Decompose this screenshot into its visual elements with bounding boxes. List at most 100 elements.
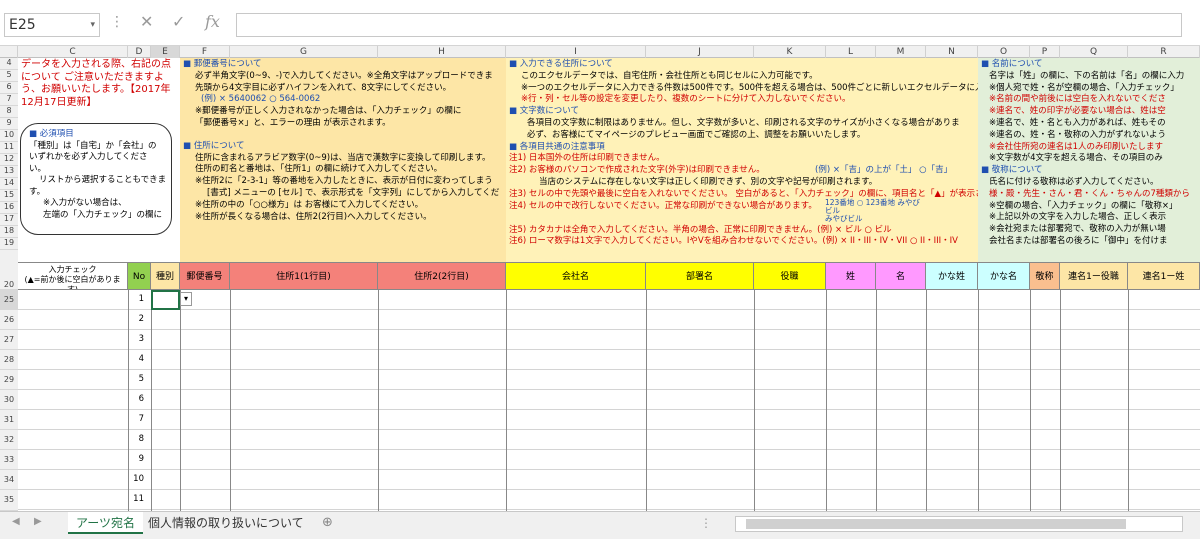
function-icon[interactable]: fx xyxy=(205,12,220,31)
row-header[interactable]: 35 xyxy=(0,490,18,511)
row-header[interactable]: 6 xyxy=(0,82,18,94)
honorific-heading: ■ 敬称について xyxy=(981,165,1043,176)
row-header[interactable]: 18 xyxy=(0,226,18,238)
row-header[interactable]: 29 xyxy=(0,370,18,390)
row-header[interactable]: 8 xyxy=(0,106,18,118)
col-e[interactable]: E xyxy=(151,46,180,58)
col-i[interactable]: I xyxy=(506,46,646,58)
row-header[interactable]: 17 xyxy=(0,214,18,226)
col-f[interactable]: F xyxy=(180,46,230,58)
header-joint-sei[interactable]: 連名1ー姓 xyxy=(1128,262,1200,290)
name-box-value: E25 xyxy=(9,17,36,33)
row-header[interactable]: 16 xyxy=(0,202,18,214)
header-joint-title[interactable]: 連名1ー役職 xyxy=(1060,262,1128,290)
row-header[interactable]: 11 xyxy=(0,142,18,154)
row-header[interactable]: 33 xyxy=(0,450,18,470)
cancel-icon[interactable]: ✕ xyxy=(140,12,153,31)
row-header[interactable]: 20 xyxy=(0,250,18,290)
common-note-example: 123番地 ○ 123番地 みやび ビル みやびビル xyxy=(825,198,920,223)
header-postal[interactable]: 郵便番号 xyxy=(180,262,230,290)
header-mei[interactable]: 名 xyxy=(876,262,926,290)
address-line: ※住所2に「2-3-1」等の番地を入力したときに、表示が日付に変わってしまう xyxy=(195,176,493,187)
row-header[interactable]: 28 xyxy=(0,350,18,370)
selected-cell[interactable] xyxy=(151,290,180,310)
row-header[interactable]: 27 xyxy=(0,330,18,350)
name-box[interactable]: E25 ▾ xyxy=(4,13,100,37)
col-o[interactable]: O xyxy=(978,46,1030,58)
row-header[interactable]: 30 xyxy=(0,390,18,410)
row-header[interactable]: 25 xyxy=(0,290,18,310)
row-header[interactable]: 13 xyxy=(0,166,18,178)
row-header[interactable]: 12 xyxy=(0,154,18,166)
more-icon[interactable]: ⋮ xyxy=(700,516,712,530)
row-header[interactable]: 7 xyxy=(0,94,18,106)
col-c[interactable]: C xyxy=(18,46,128,58)
row-header[interactable]: 19 xyxy=(0,238,18,250)
chars-line: 必ず、お客様にてマイページのプレビュー画面でご確認の上、調整をお願いいたします。 xyxy=(527,129,866,140)
names-line: ※文字数が4文字を超える場合、その項目のみ xyxy=(989,153,1163,164)
required-callout: ■ 必須項目 「種別」は「自宅」か「会社」の いずれかを必ず入力してくださ い。… xyxy=(20,123,172,235)
scrollbar-thumb[interactable] xyxy=(746,519,1126,529)
row-header[interactable]: 9 xyxy=(0,118,18,130)
common-note: 注1) 日本国外の住所は印刷できません。 xyxy=(509,153,665,164)
header-no[interactable]: No xyxy=(128,262,151,290)
row-header[interactable]: 31 xyxy=(0,410,18,430)
col-k[interactable]: K xyxy=(754,46,826,58)
tab-active[interactable]: アーツ宛名 xyxy=(68,512,144,534)
address-line: ※住所の中の「○○様方」は お客様にて入力してください。 xyxy=(195,199,424,210)
header-sei[interactable]: 姓 xyxy=(826,262,876,290)
header-addr1[interactable]: 住所1(1行目) xyxy=(230,262,378,290)
header-honorific[interactable]: 敬称 xyxy=(1030,262,1060,290)
horizontal-scrollbar[interactable] xyxy=(735,516,1183,532)
formula-input[interactable] xyxy=(236,13,1182,37)
data-grid[interactable]: 1 2 3 4 5 6 7 8 9 10 11 ▾ xyxy=(18,290,1200,512)
header-kana-mei[interactable]: かな名 xyxy=(978,262,1030,290)
enter-icon[interactable]: ✓ xyxy=(172,12,185,31)
col-m[interactable]: M xyxy=(876,46,926,58)
add-sheet-icon[interactable]: ⊕ xyxy=(322,515,333,530)
chevron-down-icon[interactable]: ▾ xyxy=(90,14,95,36)
row-number: 11 xyxy=(133,494,144,504)
select-all[interactable] xyxy=(0,46,18,58)
col-h[interactable]: H xyxy=(378,46,506,58)
col-p[interactable]: P xyxy=(1030,46,1060,58)
col-l[interactable]: L xyxy=(826,46,876,58)
input-line: このエクセルデータでは、自宅住所・会社住所とも同じセルに入力可能です。 xyxy=(521,70,818,81)
col-g[interactable]: G xyxy=(230,46,378,58)
row-header[interactable]: 14 xyxy=(0,178,18,190)
col-r[interactable]: R xyxy=(1128,46,1200,58)
header-kind[interactable]: 種別 xyxy=(151,262,180,290)
tab-privacy[interactable]: 個人情報の取り扱いについて xyxy=(140,512,312,534)
header-title[interactable]: 役職 xyxy=(754,262,826,290)
postal-address-block: ■ 郵便番号について 必ず半角文字(0~9、-)で入力してください。※全角文字は… xyxy=(180,58,506,262)
col-n[interactable]: N xyxy=(926,46,978,58)
header-kana-sei[interactable]: かな姓 xyxy=(926,262,978,290)
row-header[interactable]: 34 xyxy=(0,470,18,490)
row-header[interactable]: 5 xyxy=(0,70,18,82)
scroll-right-icon[interactable]: ▶ xyxy=(34,516,42,527)
postal-line: (例) × 5640062 ○ 564-0062 xyxy=(201,94,321,105)
postal-line: ※郵便番号が正しく入力されなかった場合は、「入力チェック」の欄に xyxy=(195,106,462,117)
address-line: ※住所が長くなる場合は、住所2(2行目)へ入力してください。 xyxy=(195,211,432,222)
scroll-left-icon[interactable]: ◀ xyxy=(12,516,20,527)
header-check[interactable]: 入力チェック (▲=前か後に空白がありま す) xyxy=(18,262,128,290)
row-header[interactable]: 15 xyxy=(0,190,18,202)
col-d[interactable]: D xyxy=(128,46,151,58)
drag-handle-icon[interactable]: ⋮ xyxy=(110,14,124,30)
chars-line: 各項目の文字数に制限はありません。但し、文字数が多いと、印刷される文字のサイズが… xyxy=(527,117,960,128)
col-j[interactable]: J xyxy=(646,46,754,58)
header-dept[interactable]: 部署名 xyxy=(646,262,754,290)
header-company[interactable]: 会社名 xyxy=(506,262,646,290)
callout-line: リストから選択することもできま xyxy=(39,175,167,185)
row-header[interactable]: 10 xyxy=(0,130,18,142)
dropdown-arrow-icon[interactable]: ▾ xyxy=(180,292,192,306)
callout-line: す。 xyxy=(29,186,46,197)
chars-heading: ■ 文字数について xyxy=(509,106,579,117)
honorific-line: ※空欄の場合、「入力チェック」の欄に「敬称×」 xyxy=(989,200,1178,211)
row-header[interactable]: 4 xyxy=(0,58,18,70)
row-number: 4 xyxy=(138,354,144,364)
header-addr2[interactable]: 住所2(2行目) xyxy=(378,262,506,290)
col-q[interactable]: Q xyxy=(1060,46,1128,58)
row-header[interactable]: 26 xyxy=(0,310,18,330)
row-header[interactable]: 32 xyxy=(0,430,18,450)
